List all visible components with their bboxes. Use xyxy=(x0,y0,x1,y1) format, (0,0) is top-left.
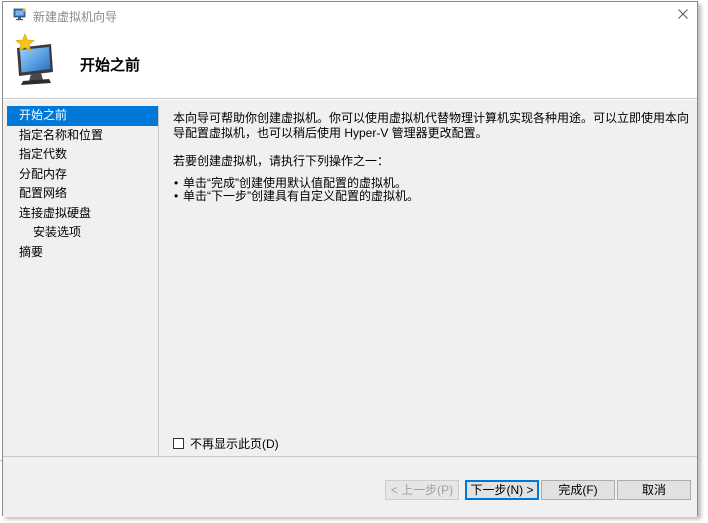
nav-step-network[interactable]: 配置网络 xyxy=(7,184,159,204)
next-button[interactable]: 下一步(N) > xyxy=(465,480,539,500)
page-title: 开始之前 xyxy=(80,57,141,74)
nav-step-before-you-begin[interactable]: 开始之前 xyxy=(7,106,159,126)
instruction-paragraph: 若要创建虚拟机，请执行下列操作之一： xyxy=(173,154,390,168)
title-bar[interactable]: 新建虚拟机向导 xyxy=(3,2,697,28)
nav-step-name-location[interactable]: 指定名称和位置 xyxy=(7,126,159,146)
close-icon xyxy=(678,8,688,22)
option-list: 单击“完成”创建使用默认值配置的虚拟机。 单击“下一步”创建具有自定义配置的虚拟… xyxy=(173,177,691,204)
list-item: 单击“下一步”创建具有自定义配置的虚拟机。 xyxy=(173,190,691,204)
hyperv-vm-icon xyxy=(13,8,27,21)
nav-step-install-options[interactable]: 安装选项 xyxy=(7,223,159,243)
nav-step-virtual-disk[interactable]: 连接虚拟硬盘 xyxy=(7,204,159,224)
nav-step-summary[interactable]: 摘要 xyxy=(7,243,159,263)
wizard-window: 新建虚拟机向导 开始之前 开始之前 指定名称和位置 指定代数 分配内存 配置网络… xyxy=(2,1,698,517)
wizard-footer: < 上一步(P) 下一步(N) > 完成(F) 取消 xyxy=(3,456,697,517)
nav-step-memory[interactable]: 分配内存 xyxy=(7,165,159,185)
window-title: 新建虚拟机向导 xyxy=(33,10,118,24)
nav-divider xyxy=(158,106,159,456)
background-edge xyxy=(0,460,2,461)
wizard-body: 开始之前 指定名称和位置 指定代数 分配内存 配置网络 连接虚拟硬盘 安装选项 … xyxy=(3,100,697,456)
finish-button[interactable]: 完成(F) xyxy=(541,480,615,500)
dont-show-again-label: 不再显示此页(D) xyxy=(190,437,279,451)
monitor-star-icon xyxy=(11,33,63,86)
close-button[interactable] xyxy=(669,2,697,28)
wizard-header: 开始之前 xyxy=(3,28,697,99)
intro-paragraph: 本向导可帮助你创建虚拟机。你可以使用虚拟机代替物理计算机实现各种用途。可以立即使… xyxy=(173,111,690,140)
dont-show-again-row[interactable]: 不再显示此页(D) xyxy=(173,435,279,452)
dont-show-again-checkbox[interactable] xyxy=(173,438,184,449)
cancel-button[interactable]: 取消 xyxy=(617,480,691,500)
wizard-steps-nav: 开始之前 指定名称和位置 指定代数 分配内存 配置网络 连接虚拟硬盘 安装选项 … xyxy=(7,106,159,262)
step-content: 本向导可帮助你创建虚拟机。你可以使用虚拟机代替物理计算机实现各种用途。可以立即使… xyxy=(173,111,691,203)
previous-button[interactable]: < 上一步(P) xyxy=(385,480,459,500)
nav-step-generation[interactable]: 指定代数 xyxy=(7,145,159,165)
